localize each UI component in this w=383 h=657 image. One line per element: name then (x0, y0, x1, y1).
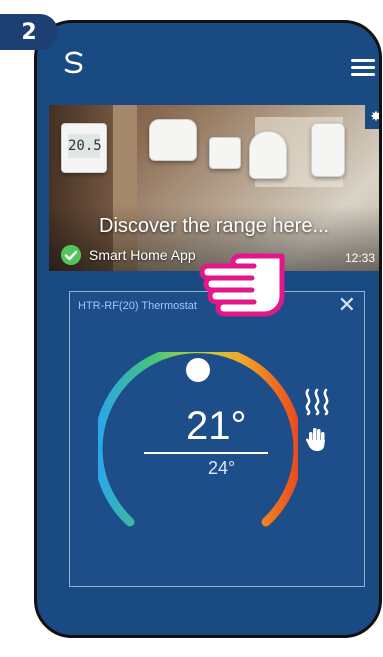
hamburger-menu-icon[interactable] (351, 59, 375, 77)
round-device-image (249, 131, 287, 179)
banner-time: 12:33 (344, 251, 375, 265)
thermostat-title: HTR-RF(20) Thermostat (78, 300, 197, 312)
device-lcd-value: 20.5 (68, 134, 102, 158)
current-temperature: 21° (186, 404, 247, 448)
manual-mode-hand-icon[interactable] (304, 426, 330, 452)
heating-icon[interactable] (302, 388, 332, 416)
dial-handle[interactable] (186, 358, 210, 382)
step-badge: 2 (0, 14, 58, 50)
thermostat-widget[interactable]: HTR-RF(20) Thermostat ✕ 21° 24° (69, 291, 365, 587)
motion-sensor-device-image (311, 123, 345, 177)
app-header (37, 23, 379, 101)
gear-icon[interactable]: ✸ (365, 105, 379, 129)
banner-title: Discover the range here... (99, 215, 330, 237)
set-temperature: 24° (208, 458, 236, 478)
check-icon (61, 245, 81, 265)
pointer-hand-icon (199, 253, 285, 317)
close-icon[interactable]: ✕ (338, 294, 356, 316)
promo-banner[interactable]: 20.5 ✸ Discover the range here... Smart … (49, 105, 379, 271)
salus-logo-icon[interactable] (61, 49, 87, 75)
temperature-divider (144, 452, 268, 454)
sensor-device-image (209, 137, 241, 169)
gateway-device-image (149, 119, 197, 161)
app-name-label: Smart Home App (89, 247, 196, 263)
thermostat-device-image: 20.5 (61, 123, 107, 173)
